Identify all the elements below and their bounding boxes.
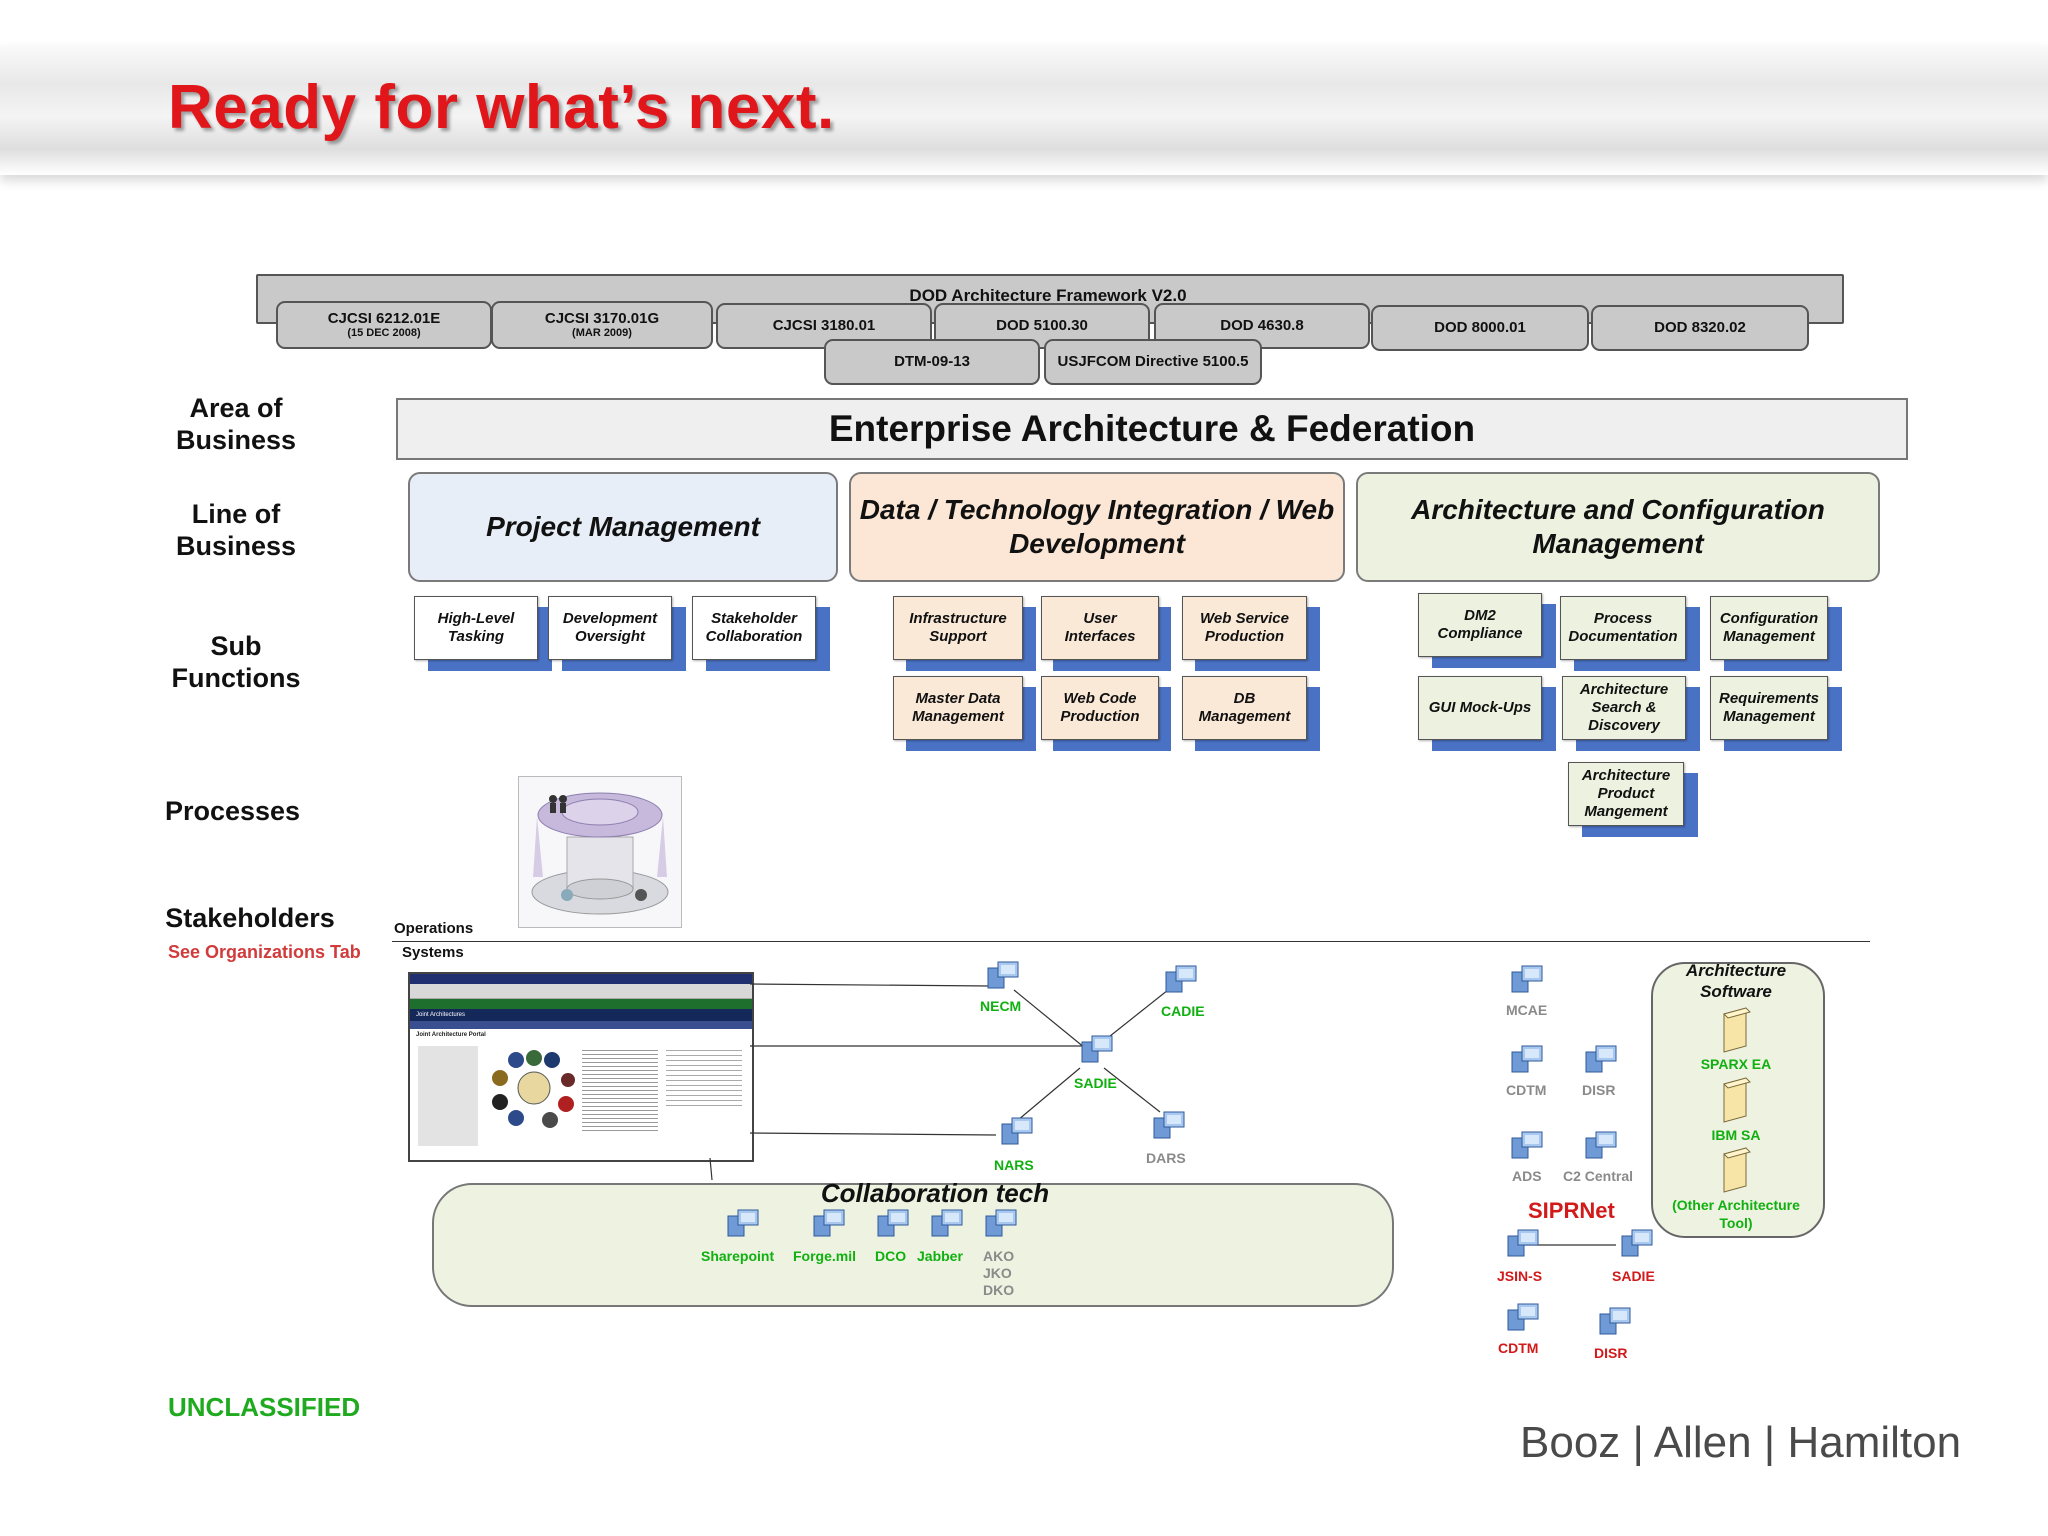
collab-jabber-label: Jabber [917,1248,963,1264]
sipr-sadie-label: SADIE [1612,1268,1655,1284]
node-cdtm-label: CDTM [1506,1082,1547,1098]
software-package-icon [1723,1007,1751,1053]
node-nars-label: NARS [994,1157,1034,1173]
software-sparx-label: SPARX EA [1700,1056,1772,1072]
collaboration-tech-title: Collaboration tech [820,1178,1050,1208]
computer-icon [1511,1131,1543,1159]
computer-icon [1001,1117,1033,1145]
architecture-software-title: Architecture Software [1685,961,1787,1001]
collab-forge-label: Forge.mil [793,1248,857,1264]
computer-icon [1585,1131,1617,1159]
booz-allen-logo: Booz | Allen | Hamilton [1520,1418,1962,1467]
node-ads-label: ADS [1512,1168,1542,1184]
computer-icon [985,1209,1017,1237]
computer-icon [1511,965,1543,993]
node-necm-label: NECM [980,998,1022,1014]
computer-icon [877,1209,909,1237]
computer-icon [1585,1045,1617,1073]
computer-icon [987,961,1019,989]
siprnet-title: SIPRNet [1528,1198,1615,1223]
computer-icon [1165,965,1197,993]
node-disr-label: DISR [1582,1082,1616,1098]
computer-icon [813,1209,845,1237]
computer-icon [1153,1111,1185,1139]
sipr-disr-label: DISR [1594,1345,1628,1361]
classification-label: UNCLASSIFIED [168,1392,361,1422]
node-dars-label: DARS [1146,1150,1186,1166]
computer-icon [1511,1045,1543,1073]
sipr-cdtm-label: CDTM [1498,1340,1539,1356]
computer-icon [931,1209,963,1237]
computer-icon [1599,1307,1631,1335]
collab-sharepoint-label: Sharepoint [701,1248,775,1264]
node-mcae-label: MCAE [1506,1002,1548,1018]
node-c2central-label: C2 Central [1563,1168,1634,1184]
node-sadie-label: SADIE [1074,1075,1117,1091]
collab-dco-label: DCO [875,1248,907,1264]
software-ibm-label: IBM SA [1711,1127,1761,1143]
collab-ako-label: AKO JKO DKO [983,1248,1015,1298]
node-cadie-label: CADIE [1161,1003,1205,1019]
computer-icon [1621,1229,1653,1257]
software-package-icon [1723,1077,1751,1123]
computer-icon [1081,1035,1113,1063]
computer-icon [727,1209,759,1237]
software-package-icon [1723,1147,1751,1193]
computer-icon [1507,1303,1539,1331]
software-other-label: (Other Architecture Tool) [1672,1197,1800,1231]
sipr-jsins-label: JSIN-S [1497,1268,1543,1284]
computer-icon [1507,1229,1539,1257]
